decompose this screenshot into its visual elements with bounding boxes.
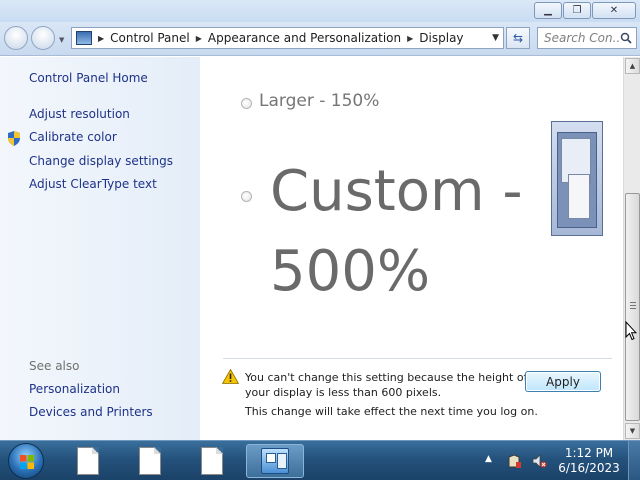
- maximize-button[interactable]: ❐: [563, 2, 591, 19]
- vertical-scrollbar[interactable]: ▲ ▼: [623, 57, 640, 440]
- uac-shield-icon: [8, 131, 20, 146]
- scroll-up-icon[interactable]: ▲: [625, 58, 640, 74]
- search-input[interactable]: Search Con...: [537, 27, 637, 49]
- search-placeholder: Search Con...: [544, 31, 620, 45]
- action-center-icon[interactable]: [506, 453, 522, 469]
- calibrate-color-link[interactable]: Calibrate color: [29, 130, 117, 144]
- volume-muted-icon[interactable]: [531, 453, 547, 469]
- change-display-settings-link[interactable]: Change display settings: [29, 154, 173, 168]
- apply-button[interactable]: Apply: [525, 371, 601, 392]
- control-panel-home-link[interactable]: Control Panel Home: [29, 71, 148, 85]
- show-hidden-icons-icon[interactable]: ▲: [485, 454, 492, 464]
- control-panel-icon: [76, 31, 92, 45]
- larger-radio[interactable]: [241, 98, 252, 109]
- close-button[interactable]: ✕: [592, 2, 636, 19]
- taskbar-app-document-3[interactable]: [186, 444, 238, 478]
- warning-icon: [222, 369, 239, 384]
- breadcrumb-appearance[interactable]: Appearance and Personalization: [208, 31, 401, 45]
- title-bar: ▁ ❐ ✕: [0, 0, 640, 22]
- windows-orb-icon: [8, 443, 44, 479]
- document-icon: [77, 447, 99, 475]
- start-button[interactable]: [4, 441, 48, 480]
- breadcrumb-control-panel[interactable]: Control Panel: [110, 31, 190, 45]
- clock-time: 1:12 PM: [564, 446, 614, 460]
- control-panel-icon: [261, 448, 289, 474]
- breadcrumb-separator-icon[interactable]: ▶: [98, 34, 104, 43]
- adjust-cleartype-link[interactable]: Adjust ClearType text: [29, 177, 157, 191]
- back-button[interactable]: [4, 26, 28, 50]
- recent-pages-dropdown-icon[interactable]: ▼: [59, 36, 64, 44]
- search-icon: [620, 32, 632, 44]
- scrollbar-thumb[interactable]: [625, 193, 640, 421]
- refresh-button[interactable]: ⇆: [506, 27, 530, 49]
- address-bar[interactable]: ▶ Control Panel ▶ Appearance and Persona…: [71, 27, 504, 49]
- warning-message: You can't change this setting because th…: [245, 371, 528, 399]
- grip-icon: [630, 302, 636, 309]
- logon-note: This change will take effect the next ti…: [245, 405, 538, 418]
- mouse-cursor-icon: [625, 321, 637, 341]
- restore-icon: ❐: [572, 5, 582, 16]
- adjust-resolution-link[interactable]: Adjust resolution: [29, 107, 130, 121]
- document-icon: [139, 447, 161, 475]
- scroll-down-icon[interactable]: ▼: [625, 423, 640, 439]
- taskbar: ▲ 1:12 PM 6/16/2023: [0, 440, 640, 480]
- devices-and-printers-link[interactable]: Devices and Printers: [29, 405, 153, 419]
- breadcrumb-display[interactable]: Display: [419, 31, 463, 45]
- custom-radio[interactable]: [241, 191, 252, 202]
- minimize-button[interactable]: ▁: [534, 2, 562, 19]
- larger-option-label[interactable]: Larger - 150%: [259, 91, 379, 111]
- windows-flag-icon: [20, 455, 34, 469]
- personalization-link[interactable]: Personalization: [29, 382, 120, 396]
- document-icon: [201, 447, 223, 475]
- task-pane: Control Panel Home Adjust resolution Cal…: [0, 57, 200, 440]
- window-controls: ▁ ❐ ✕: [534, 2, 636, 19]
- taskbar-app-control-panel[interactable]: [246, 444, 304, 478]
- breadcrumb-separator-icon[interactable]: ▶: [196, 34, 202, 43]
- address-dropdown-icon[interactable]: ▼: [492, 33, 499, 43]
- custom-option-label[interactable]: Custom - 500%: [270, 152, 540, 312]
- clock-date: 6/16/2023: [558, 461, 620, 475]
- display-preview-image: [551, 121, 603, 236]
- taskbar-app-document-2[interactable]: [124, 444, 176, 478]
- taskbar-app-document-1[interactable]: [62, 444, 114, 478]
- minimize-icon: ▁: [544, 5, 552, 16]
- close-icon: ✕: [609, 5, 619, 16]
- forward-button[interactable]: [31, 26, 55, 50]
- navigation-bar: ▼ ▶ Control Panel ▶ Appearance and Perso…: [0, 22, 640, 56]
- divider: [223, 358, 612, 359]
- system-clock[interactable]: 1:12 PM 6/16/2023: [556, 446, 622, 476]
- show-desktop-button[interactable]: [628, 441, 640, 480]
- breadcrumb-separator-icon[interactable]: ▶: [407, 34, 413, 43]
- refresh-icon: ⇆: [512, 31, 524, 45]
- see-also-heading: See also: [29, 359, 80, 373]
- main-content: Larger - 150% Custom - 500% You can't ch…: [200, 57, 623, 440]
